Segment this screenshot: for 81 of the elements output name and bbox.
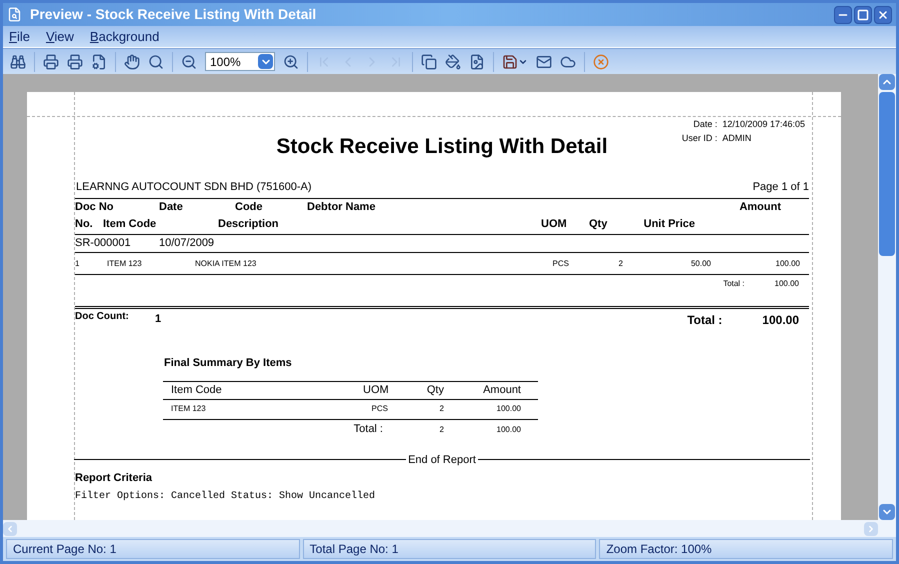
end-of-report: End of Report: [407, 452, 477, 468]
status-panel: Total Page No: 1: [302, 539, 596, 559]
menu-item[interactable]: Background: [90, 26, 160, 46]
vertical-scrollbar[interactable]: [878, 74, 896, 520]
report-date: 12/10/2009 17:46:05: [722, 118, 805, 131]
zoom-out-icon: [181, 54, 197, 70]
criteria-text: Filter Options: Cancelled Status: Show Uncancelled: [75, 490, 376, 504]
date-label: Date :: [692, 118, 718, 131]
doc-count: 1: [155, 312, 162, 327]
table-cell-text: ITEM 123: [107, 258, 143, 270]
column-header: Amount: [738, 200, 781, 216]
column-header: UOM: [363, 382, 388, 398]
criteria-title: Report Criteria: [75, 471, 154, 486]
column-header: Description: [218, 217, 280, 232]
status-panel: Zoom Factor: 100%: [599, 539, 894, 559]
column-header: Qty: [426, 382, 444, 398]
company-name: LEARNNG AUTOCOUNT SDN BHD (751600-A): [76, 180, 312, 194]
horizontal-scrollbar[interactable]: [3, 520, 896, 537]
column-header: Unit Price: [642, 217, 695, 232]
column-header: Item Code: [103, 217, 158, 232]
zoom-in-icon: [283, 54, 299, 70]
summary-total-amount: 100.00: [496, 424, 521, 436]
column-header: UOM: [541, 217, 568, 232]
pages-icon: [421, 54, 437, 70]
column-header: No.: [75, 217, 94, 232]
printer-icon: [67, 54, 83, 70]
user-label: User ID :: [682, 132, 718, 145]
paint-bucket-icon: [445, 54, 461, 70]
close-icon: [593, 54, 609, 70]
column-header: Amount: [482, 382, 521, 398]
doc-number: SR-000001: [75, 236, 132, 252]
save-icon: [502, 54, 518, 70]
printer-icon: [43, 54, 59, 70]
maximize-icon: [857, 8, 869, 20]
scroll-down-icon: [879, 504, 895, 520]
menu-item[interactable]: File: [9, 26, 30, 46]
mail-icon: [536, 54, 552, 70]
zoom-select[interactable]: 100%: [205, 52, 275, 71]
scroll-thumb[interactable]: [879, 92, 895, 256]
scroll-up-icon: [879, 74, 895, 90]
column-header: Debtor Name: [307, 200, 376, 216]
table-cell-text: 100.00: [774, 258, 800, 270]
column-header: Qty: [589, 217, 608, 232]
table-cell-text: 50.00: [690, 258, 711, 270]
user-id: ADMIN: [722, 132, 752, 145]
status-panel: Current Page No: 1: [6, 539, 300, 559]
grand-total-label: Total :: [687, 312, 722, 329]
menu-item[interactable]: View: [46, 26, 74, 46]
table-cell-text: 100.00: [496, 403, 521, 415]
table-cell-text: PCS: [552, 258, 569, 270]
summary-total-qty: 2: [438, 424, 444, 436]
column-header: Date: [159, 200, 184, 216]
report-title: Stock Receive Listing With Detail: [276, 134, 608, 160]
table-cell-text: ITEM 123: [170, 403, 207, 415]
table-cell-text: 2: [618, 258, 623, 270]
table-cell-text: 2: [438, 403, 444, 415]
doc-date: 10/07/2009: [159, 236, 214, 252]
page-setup-icon: [91, 54, 107, 70]
total-label: Total :: [723, 278, 745, 290]
watermark-icon: [469, 54, 485, 70]
maximize-button[interactable]: [854, 6, 872, 24]
search-icon: [148, 54, 164, 70]
summary-title: Final Summary By Items: [164, 356, 293, 371]
summary-total-label: Total :: [352, 422, 383, 438]
page-number: Page 1 of 1: [752, 180, 809, 194]
hand-icon: [124, 54, 140, 70]
column-header: Item Code: [170, 382, 223, 398]
close-window-button[interactable]: [874, 6, 892, 24]
grand-total: 100.00: [762, 312, 799, 329]
binoculars-icon: [10, 54, 26, 70]
window-icon: [7, 7, 22, 22]
close-icon: [877, 8, 889, 20]
table-cell-text: 1: [75, 258, 80, 270]
minimize-button[interactable]: [834, 6, 852, 24]
table-cell-text: NOKIA ITEM 123: [195, 258, 258, 270]
window-title: Preview - Stock Receive Listing With Detail: [30, 5, 316, 24]
table-cell-text: PCS: [370, 403, 388, 415]
column-header: Code: [235, 200, 264, 216]
column-header: Doc No: [75, 200, 114, 216]
doc-total: 100.00: [774, 278, 799, 290]
doc-count-label: Doc Count:: [75, 310, 130, 324]
